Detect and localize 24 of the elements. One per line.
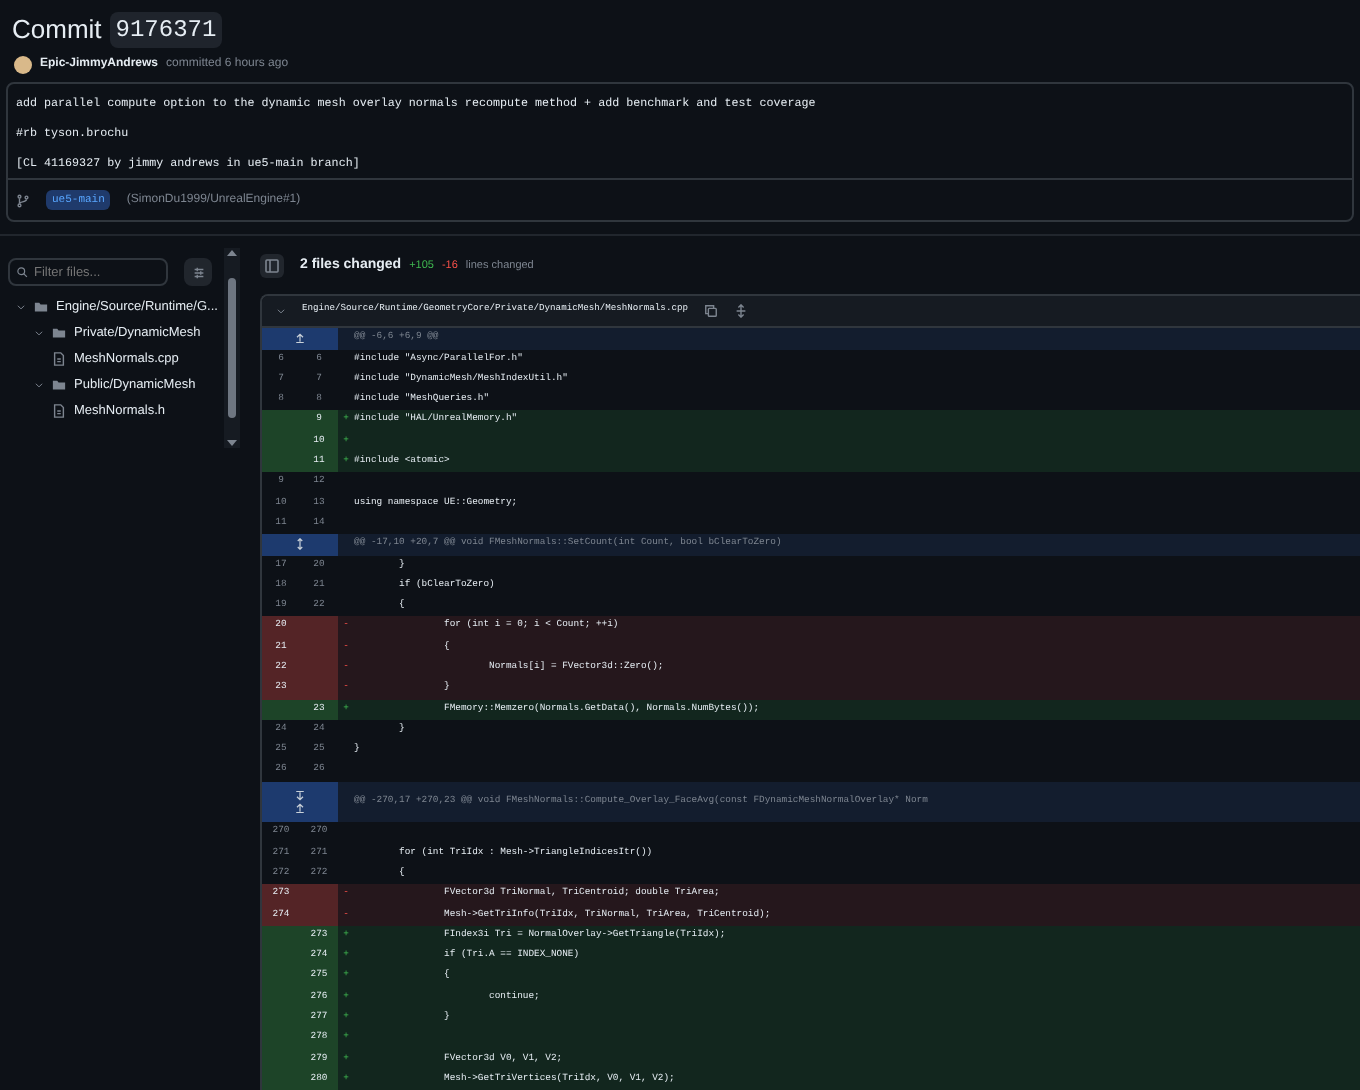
expand-icon[interactable]: [294, 538, 306, 551]
gear-icon: [191, 265, 205, 280]
expand-up-icon[interactable]: [294, 332, 306, 345]
sidebar-toggle-button[interactable]: [260, 254, 284, 279]
scroll-up-icon[interactable]: [226, 248, 238, 259]
chevron-down-icon[interactable]: [276, 306, 286, 317]
search-icon: [16, 266, 28, 279]
folder-icon: [52, 378, 66, 393]
avatar: [14, 56, 32, 74]
commit-title: Commit: [12, 12, 102, 48]
expand-up-icon[interactable]: [294, 802, 306, 815]
commit-sha: 9176371: [109, 12, 223, 48]
scrollbar-thumb[interactable]: [228, 278, 236, 419]
scrollbar[interactable]: [224, 248, 240, 449]
line-number-gutter: [262, 699, 300, 720]
scroll-down-icon[interactable]: [226, 438, 238, 449]
tree-settings-button[interactable]: [184, 258, 212, 287]
expand-icon[interactable]: [733, 304, 748, 319]
file-icon: [52, 352, 66, 367]
sidebar-icon: [264, 258, 280, 275]
branch-icon: [16, 193, 30, 208]
expand-down-icon[interactable]: [294, 790, 306, 803]
file-icon: [52, 404, 66, 419]
copy-icon[interactable]: [703, 304, 718, 319]
